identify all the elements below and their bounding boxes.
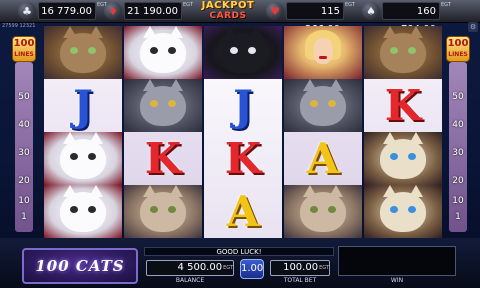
cat-icon [140,185,186,232]
jackpot-value: 160 794.00 [382,2,440,35]
cat-icon [300,185,346,232]
lines-rail [15,62,33,232]
line-number[interactable]: 10 [446,196,470,206]
lines-badge[interactable]: 100 LINES [446,36,470,62]
hearts-icon: ♥ [266,2,284,20]
line-number[interactable]: 20 [12,176,36,186]
symbol-cat-white [124,26,202,79]
line-number[interactable]: 1 [12,212,36,222]
reel-5: K [364,26,442,238]
reel-area: JKJKAAK [44,26,442,238]
letter-glyph: J [73,80,93,130]
win-label: WIN [390,277,404,284]
cat-icon [60,132,106,179]
symbol-cat-fluffy [124,185,202,238]
balance-display: 4 500.00EGT [146,260,234,276]
symbol-cat-black [204,26,282,79]
clubs-icon: ♣ [18,2,36,20]
cat-icon [380,132,426,179]
status-message: GOOD LUCK! [144,247,334,256]
symbol-lady [284,26,362,79]
line-number[interactable]: 40 [12,120,36,130]
lines-rail [449,62,467,232]
control-panel: 100 CATS GOOD LUCK! 4 500.00EGT BALANCE … [0,238,480,288]
reel-2: K [124,26,202,238]
jackpot-currency: EGT [345,2,355,8]
lines-indicator-left: 100 LINES 50 40 30 20 10 1 [12,36,36,232]
options-icon[interactable]: ⚙ [468,22,478,32]
session-info: 27599 12321 [2,23,36,29]
line-number[interactable]: 40 [446,120,470,130]
jackpot-currency: EGT [97,2,107,8]
spades-icon: ♠ [362,2,380,20]
symbol-cat-siamese [364,185,442,238]
cat-icon [140,79,186,126]
line-number[interactable]: 30 [446,148,470,158]
jackpot-currency: EGT [183,2,193,8]
symbol-letter-j: J [204,79,282,132]
win-display [338,246,456,276]
reel-1: J [44,26,122,238]
symbol-cat-gray [124,79,202,132]
letter-glyph: K [384,80,422,130]
symbol-cat-white [44,132,122,185]
symbol-letter-k: K [204,132,282,185]
jackpot-bar: ♣ 16 779.00 EGT ♦ 21 190.00 EGT JACKPOT … [0,0,480,35]
symbol-cat-fluffy [284,185,362,238]
symbol-cat-tabby [364,26,442,79]
symbol-cat-siamese [364,132,442,185]
reel-4: A [284,26,362,238]
jackpot-value: 115 266.00 [286,2,344,35]
symbol-letter-a: A [204,185,282,238]
line-number[interactable]: 10 [12,196,36,206]
jackpot-currency: EGT [441,2,451,8]
line-number[interactable]: 50 [446,92,470,102]
cat-icon [60,26,106,73]
cat-icon [380,26,426,73]
cat-icon [60,185,106,232]
slot-game-screen: ♣ 16 779.00 EGT ♦ 21 190.00 EGT JACKPOT … [0,0,480,288]
symbol-cat-gray [284,79,362,132]
letter-glyph: A [226,186,260,236]
symbol-letter-k: K [364,79,442,132]
jackpot-value: 16 779.00 [38,2,96,20]
line-number[interactable]: 1 [446,212,470,222]
game-logo: 100 CATS [22,248,138,284]
letter-glyph: J [233,80,253,130]
total-bet-label: TOTAL BET [283,277,317,284]
symbol-letter-j: J [44,79,122,132]
line-number[interactable]: 20 [446,176,470,186]
symbol-letter-a: A [284,132,362,185]
balance-label: BALANCE [175,277,205,284]
jackpot-cards-logo: JACKPOT CARDS [201,0,255,21]
cat-icon [300,79,346,126]
jackpot-value: 21 190.00 [124,2,182,20]
cat-icon [380,185,426,232]
symbol-letter-k: K [124,132,202,185]
letter-glyph: K [224,133,262,183]
letter-glyph: K [144,133,182,183]
letter-glyph: A [306,133,340,183]
lady-icon [305,29,341,76]
lines-indicator-right: 100 LINES 50 40 30 20 10 1 [446,36,470,232]
denomination-button[interactable]: 1.00 [240,259,264,279]
diamonds-icon: ♦ [104,2,122,20]
total-bet-display[interactable]: 100.00EGT [270,260,330,276]
symbol-cat-tabby [44,26,122,79]
line-number[interactable]: 50 [12,92,36,102]
lines-badge[interactable]: 100 LINES [12,36,36,62]
reel-3: JKA [204,26,282,238]
symbol-cat-white [44,185,122,238]
line-number[interactable]: 30 [12,148,36,158]
cat-icon [220,26,266,73]
cat-icon [140,26,186,73]
